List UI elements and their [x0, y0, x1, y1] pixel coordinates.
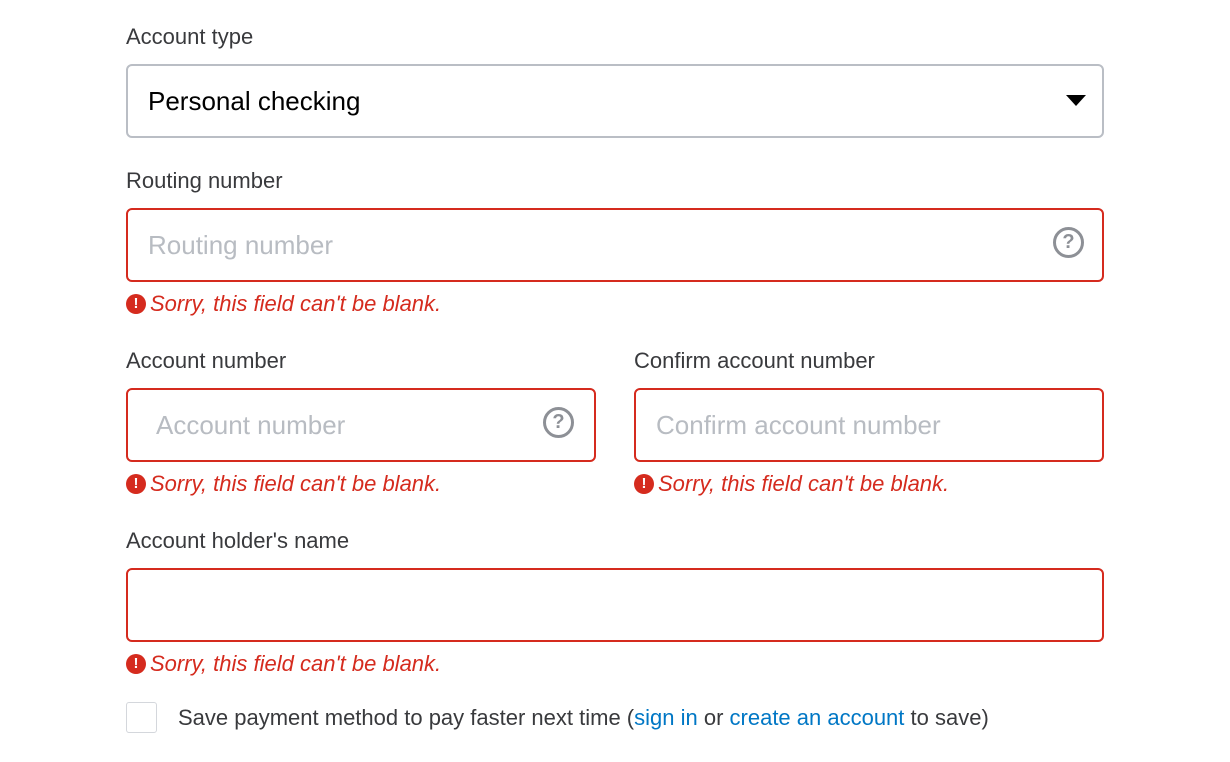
- routing-number-error: ! Sorry, this field can't be blank.: [126, 291, 441, 317]
- confirm-account-number-label: Confirm account number: [634, 348, 875, 373]
- save-payment-checkbox[interactable]: [126, 702, 157, 733]
- sign-in-link[interactable]: sign in: [634, 705, 698, 730]
- confirm-account-number-error-text: Sorry, this field can't be blank.: [658, 471, 950, 496]
- exclamation-circle-icon: !: [126, 294, 146, 314]
- account-holder-name-field: [126, 568, 1104, 642]
- question-circle-icon[interactable]: ?: [543, 407, 574, 438]
- exclamation-circle-icon: !: [634, 474, 654, 494]
- caret-down-icon: [1066, 95, 1086, 106]
- account-type-select[interactable]: Personal checking: [126, 64, 1104, 138]
- confirm-account-number-error: ! Sorry, this field can't be blank.: [634, 471, 949, 497]
- account-number-error-text: Sorry, this field can't be blank.: [150, 471, 442, 496]
- account-holder-name-input[interactable]: [148, 570, 1078, 640]
- account-number-field: ?: [126, 388, 596, 462]
- routing-number-field: ?: [126, 208, 1104, 282]
- save-payment-text-after: to save): [904, 705, 989, 730]
- account-number-label: Account number: [126, 348, 287, 373]
- account-holder-name-error-text: Sorry, this field can't be blank.: [150, 651, 442, 676]
- exclamation-circle-icon: !: [126, 474, 146, 494]
- routing-number-error-text: Sorry, this field can't be blank.: [150, 291, 442, 316]
- account-type-label: Account type: [126, 24, 254, 49]
- confirm-account-number-input[interactable]: [656, 390, 1076, 460]
- account-number-input[interactable]: [156, 390, 526, 460]
- save-payment-text-before: Save payment method to pay faster next t…: [178, 705, 635, 730]
- account-number-error: ! Sorry, this field can't be blank.: [126, 471, 441, 497]
- routing-number-input[interactable]: [148, 210, 1008, 280]
- save-payment-text: Save payment method to pay faster next t…: [178, 705, 989, 731]
- account-type-selected-value: Personal checking: [148, 85, 361, 116]
- question-circle-icon[interactable]: ?: [1053, 227, 1084, 258]
- account-holder-name-error: ! Sorry, this field can't be blank.: [126, 651, 441, 677]
- create-account-link[interactable]: create an account: [730, 705, 905, 730]
- account-holder-name-label: Account holder's name: [126, 528, 350, 553]
- routing-number-label: Routing number: [126, 168, 283, 193]
- save-payment-text-middle: or: [697, 705, 730, 730]
- confirm-account-number-field: [634, 388, 1104, 462]
- exclamation-circle-icon: !: [126, 654, 146, 674]
- bank-account-form: Account type Personal checking Routing n…: [0, 0, 1230, 762]
